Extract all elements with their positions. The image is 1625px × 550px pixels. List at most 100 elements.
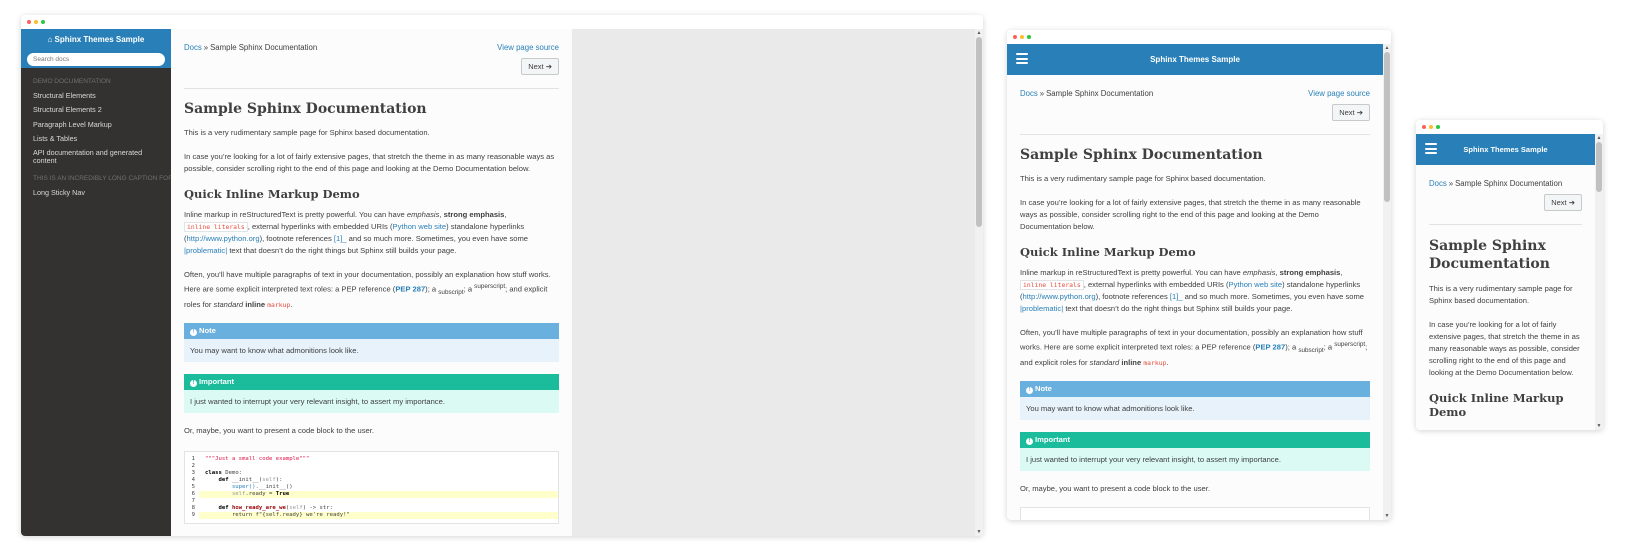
maximize-dot-icon[interactable] xyxy=(41,20,45,24)
python-website-link[interactable]: Python web site xyxy=(393,222,447,231)
note-admonition: ! Note You may want to know what admoniti… xyxy=(1020,381,1370,421)
breadcrumb-current: Sample Sphinx Documentation xyxy=(1046,89,1154,98)
scrollbar-thumb[interactable] xyxy=(1384,52,1390,202)
sidebar-item-long-sticky-nav[interactable]: Long Sticky Nav xyxy=(21,186,171,200)
code-text: self xyxy=(205,491,246,498)
code-text: """Just a small code example""" xyxy=(205,456,310,463)
maximize-dot-icon[interactable] xyxy=(1436,125,1440,129)
line-number: 2 xyxy=(191,463,195,470)
scrollbar-thumb[interactable] xyxy=(1596,142,1602,192)
code-line: 3 class Demo: xyxy=(185,470,558,477)
standard-text: standard xyxy=(1089,358,1120,368)
code-intro-paragraph: Or, maybe, you want to present a code bl… xyxy=(184,426,374,436)
next-button[interactable]: Next ➔ xyxy=(1332,104,1370,121)
text-run: ; a xyxy=(1323,342,1335,352)
text-run: and so much more. Sometimes, you even ha… xyxy=(1182,292,1365,301)
text-run: . xyxy=(290,300,293,310)
breadcrumb-docs-link[interactable]: Docs xyxy=(184,43,202,52)
window-controls xyxy=(1013,35,1031,39)
code-text: .ready = xyxy=(245,491,276,498)
text-run: ; a xyxy=(463,284,475,294)
important-body: I just wanted to interrupt your very rel… xyxy=(1020,448,1370,472)
sidebar-item-api-documentation[interactable]: API documentation and generated content xyxy=(21,146,171,169)
breadcrumb-docs-link[interactable]: Docs xyxy=(1020,89,1038,98)
emphasis-text: emphasis xyxy=(1242,268,1276,277)
content-gutter xyxy=(572,29,975,536)
window-titlebar xyxy=(21,15,983,29)
scroll-up-icon[interactable]: ▲ xyxy=(975,30,983,36)
window-controls xyxy=(27,20,45,24)
section-heading-inline-markup: Quick Inline Markup Demo xyxy=(1020,245,1196,259)
sidebar-item-lists-tables[interactable]: Lists & Tables xyxy=(21,132,171,146)
menu-icon[interactable] xyxy=(1425,143,1437,157)
breadcrumb-current: Sample Sphinx Documentation xyxy=(1455,179,1563,188)
sidebar-item-structural-elements[interactable]: Structural Elements xyxy=(21,89,171,103)
scrollbar[interactable]: ▲ ▼ xyxy=(1383,44,1391,520)
subscript-text: subscript xyxy=(438,289,464,297)
important-admonition: ! Important I just wanted to interrupt yo… xyxy=(184,374,559,414)
problematic-link[interactable]: |problematic| xyxy=(184,246,227,255)
scroll-up-icon[interactable]: ▲ xyxy=(1383,45,1391,51)
breadcrumb-docs-link[interactable]: Docs xyxy=(1429,179,1447,188)
code-text: def xyxy=(205,505,232,512)
scrollbar[interactable]: ▲ ▼ xyxy=(975,29,983,536)
code-text: Demo: xyxy=(221,470,243,477)
view-page-source-link[interactable]: View page source xyxy=(497,43,559,52)
menu-icon[interactable] xyxy=(1016,53,1028,67)
pep-link[interactable]: PEP 287 xyxy=(395,285,425,294)
python-website-link[interactable]: Python web site xyxy=(1229,280,1283,289)
text-run: , external hyperlinks with embedded URIs… xyxy=(247,222,393,231)
minimize-dot-icon[interactable] xyxy=(1429,125,1433,129)
inline-text: inline xyxy=(1121,358,1142,368)
scroll-down-icon[interactable]: ▼ xyxy=(975,529,983,535)
inline-literal: inline literals xyxy=(1020,280,1084,290)
note-body: You may want to know what admonitions lo… xyxy=(1020,397,1370,421)
next-button[interactable]: Next ➔ xyxy=(521,58,559,75)
important-body: I just wanted to interrupt your very rel… xyxy=(184,390,559,414)
scrollbar-thumb[interactable] xyxy=(976,37,982,227)
inline-literal: inline literals xyxy=(184,222,248,232)
text-run: and so much more. Sometimes, you even ha… xyxy=(346,234,529,243)
note-admonition: ! Note You may want to know what admoniti… xyxy=(184,323,559,363)
window-controls xyxy=(1422,125,1440,129)
pep-link[interactable]: PEP 287 xyxy=(1255,343,1285,352)
code-line: 5 super().__init__() xyxy=(185,484,558,491)
next-button[interactable]: Next ➔ xyxy=(1544,194,1582,211)
minimize-dot-icon[interactable] xyxy=(34,20,38,24)
text-run: text that doesn’t do the right things bu… xyxy=(1063,304,1293,313)
scroll-down-icon[interactable]: ▼ xyxy=(1595,423,1603,429)
scroll-down-icon[interactable]: ▼ xyxy=(1383,513,1391,519)
important-title: Important xyxy=(199,377,235,387)
note-title: Note xyxy=(199,326,216,336)
breadcrumb-separator: » xyxy=(203,43,209,52)
text-run: , xyxy=(504,210,507,219)
code-block xyxy=(1020,507,1370,520)
close-dot-icon[interactable] xyxy=(1013,35,1017,39)
note-header: ! Note xyxy=(1020,381,1370,398)
scroll-up-icon[interactable]: ▲ xyxy=(1595,135,1603,141)
problematic-link[interactable]: |problematic| xyxy=(1020,304,1063,313)
scrollbar[interactable]: ▲ ▼ xyxy=(1595,134,1603,430)
python-url-link[interactable]: http://www.python.org xyxy=(187,234,260,243)
sidebar-header: ⌂ Sphinx Themes Sample xyxy=(21,29,171,68)
site-title-link[interactable]: ⌂ Sphinx Themes Sample xyxy=(27,35,165,44)
footnote-link[interactable]: [1]_ xyxy=(334,234,347,243)
breadcrumb-separator: » xyxy=(1039,89,1045,98)
code-line: 8 def how_ready_are_we(self) -> str: xyxy=(185,505,558,512)
footnote-link[interactable]: [1]_ xyxy=(1170,292,1183,301)
roles-paragraph: Often, you’ll have multiple paragraphs o… xyxy=(184,269,559,311)
close-dot-icon[interactable] xyxy=(1422,125,1426,129)
maximize-dot-icon[interactable] xyxy=(1027,35,1031,39)
search-input[interactable] xyxy=(27,53,165,66)
minimize-dot-icon[interactable] xyxy=(1020,35,1024,39)
intro-paragraph: This is a very rudimentary sample page f… xyxy=(1429,284,1573,305)
python-url-link[interactable]: http://www.python.org xyxy=(1023,292,1096,301)
sidebar-item-structural-elements-2[interactable]: Structural Elements 2 xyxy=(21,103,171,117)
code-text: ) -> str: xyxy=(302,505,334,512)
close-dot-icon[interactable] xyxy=(27,20,31,24)
view-page-source-link[interactable]: View page source xyxy=(1308,89,1370,98)
sidebar-caption-long: THIS IS AN INCREDIBLY LONG CAPTION FOR A… xyxy=(33,174,171,182)
important-title: Important xyxy=(1035,435,1071,445)
text-run: , xyxy=(1340,268,1343,277)
sidebar-item-paragraph-level-markup[interactable]: Paragraph Level Markup xyxy=(21,118,171,132)
